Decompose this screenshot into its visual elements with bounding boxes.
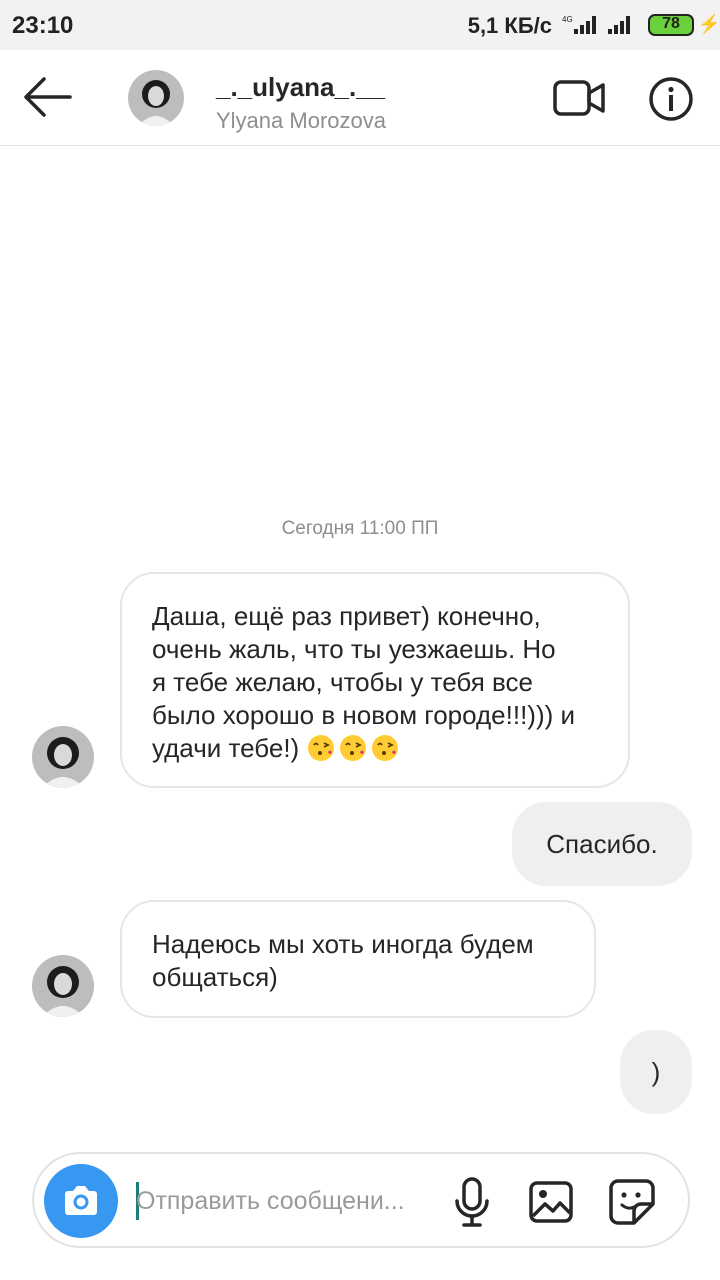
- sticker-icon[interactable]: [608, 1178, 656, 1226]
- chat-full-name: Ylyana Morozova: [216, 108, 386, 133]
- message-bubble-sent[interactable]: Спасибо.: [512, 802, 692, 886]
- message-line: Даша, ещё раз привет) конечно,: [152, 601, 541, 631]
- signal-icon: [608, 16, 630, 34]
- microphone-icon[interactable]: [452, 1176, 492, 1228]
- profile-photo: [32, 955, 94, 1017]
- message-line: общаться): [152, 962, 278, 992]
- message-input[interactable]: [136, 1178, 436, 1224]
- kissing-face-emoji-icon: [340, 735, 367, 761]
- avatar[interactable]: [32, 955, 94, 1017]
- status-bar: 23:10 5,1 КБ/с 4G 78 ⚡: [0, 0, 720, 50]
- status-time: 23:10: [12, 12, 74, 39]
- message-text: Спасибо.: [546, 829, 658, 859]
- status-network-speed: 5,1 КБ/с: [467, 13, 552, 38]
- svg-text:4G: 4G: [562, 15, 573, 24]
- message-bubble-sent[interactable]: ): [620, 1030, 692, 1114]
- message-line: очень жаль, что ты уезжаешь. Но: [152, 634, 556, 664]
- message-line-last: удачи тебе!): [152, 732, 598, 765]
- date-separator: Сегодня 11:00 ПП: [281, 518, 439, 539]
- message-bubble-received[interactable]: Даша, ещё раз привет) конечно, очень жал…: [120, 572, 630, 788]
- arrow-left-icon[interactable]: [18, 72, 74, 122]
- profile-photo: [128, 70, 184, 126]
- signal-4g-icon: 4G: [562, 15, 596, 34]
- charging-icon: ⚡: [698, 14, 720, 34]
- avatar[interactable]: [32, 726, 94, 788]
- message-line: было хорошо в новом городе!!!))) и: [152, 700, 576, 730]
- avatar[interactable]: [128, 70, 184, 126]
- message-line: удачи тебе!): [152, 733, 307, 763]
- info-icon[interactable]: [648, 76, 694, 122]
- message-line: я тебе желаю, чтобы у тебя все: [152, 667, 533, 697]
- kissing-face-emoji-icon: [308, 735, 335, 761]
- camera-icon: [65, 1186, 97, 1215]
- profile-photo: [32, 726, 94, 788]
- chat-username[interactable]: _._ulyana_.__: [216, 72, 385, 103]
- chat-header: _._ulyana_.__ Ylyana Morozova: [0, 50, 720, 146]
- video-camera-icon[interactable]: [552, 78, 606, 118]
- image-gallery-icon[interactable]: [528, 1180, 574, 1224]
- kissing-face-emoji-icon: [372, 735, 399, 761]
- battery-icon: 78: [648, 14, 694, 36]
- message-bubble-received[interactable]: Надеюсь мы хоть иногда будем общаться): [120, 900, 596, 1018]
- message-text: ): [651, 1057, 661, 1087]
- camera-button[interactable]: [44, 1164, 118, 1238]
- battery-level: 78: [662, 15, 680, 32]
- message-line: Надеюсь мы хоть иногда будем: [152, 929, 534, 959]
- message-composer: [32, 1152, 690, 1248]
